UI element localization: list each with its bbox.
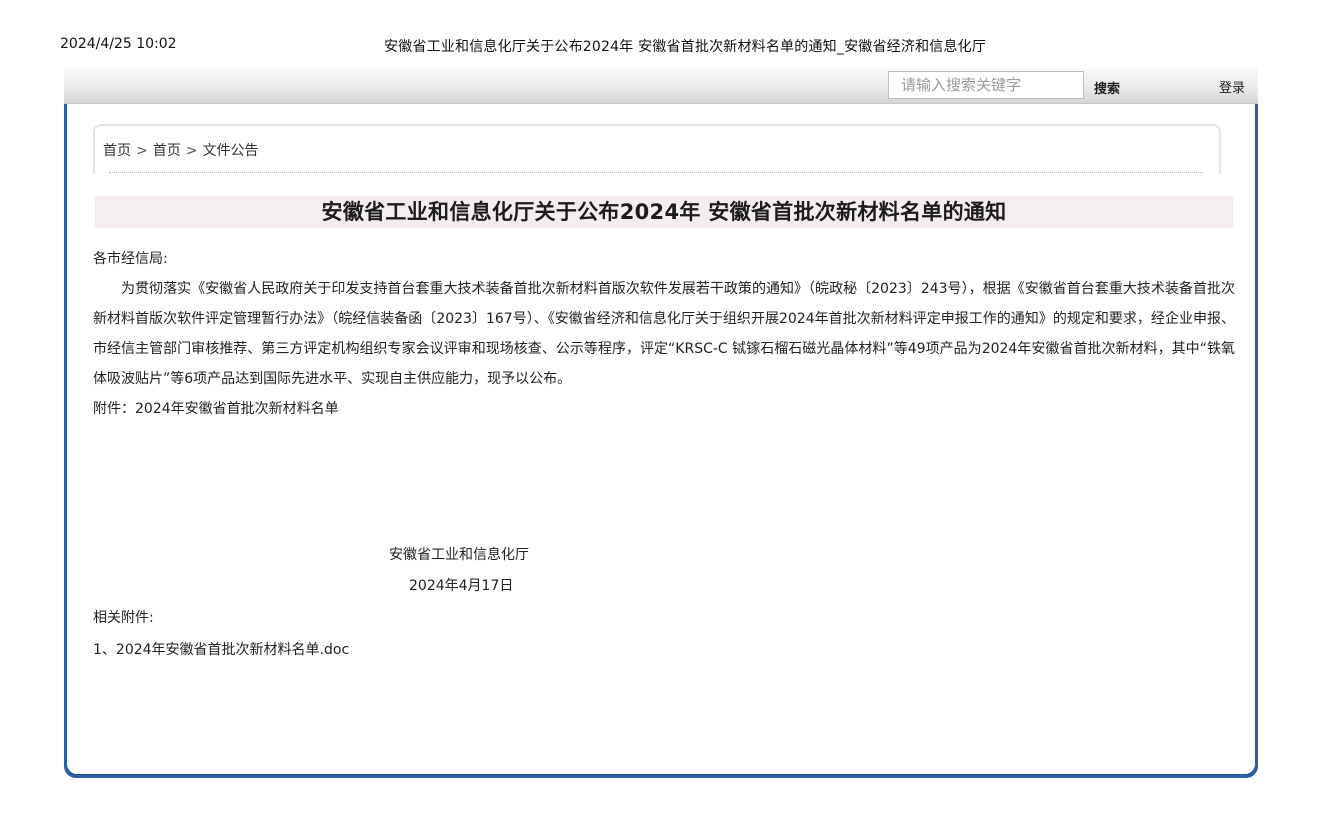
- print-page-title: 安徽省工业和信息化厅关于公布2024年 安徽省首批次新材料名单的通知_安徽省经济…: [384, 39, 987, 55]
- content-panel: 首页 > 首页 > 文件公告 安徽省工业和信息化厅关于公布2024年 安徽省首批次新材料…: [67, 104, 1255, 774]
- content-frame: 首页 > 首页 > 文件公告 安徽省工业和信息化厅关于公布2024年 安徽省首批次新材料…: [64, 104, 1258, 778]
- signature-org: 安徽省工业和信息化厅: [389, 547, 529, 563]
- search-input[interactable]: [888, 71, 1084, 99]
- body-paragraph: 为贯彻落实《安徽省人民政府关于印发支持首台套重大技术装备首批次新材料首版次软件发…: [93, 281, 1235, 387]
- breadcrumb-notices[interactable]: 文件公告: [202, 140, 258, 160]
- search-button[interactable]: 搜索: [1094, 78, 1120, 97]
- signature-block: 安徽省工业和信息化厅 2024年4月17日: [93, 540, 693, 602]
- attachment-file-link[interactable]: 1、2024年安徽省首批次新材料名单.doc: [93, 634, 693, 666]
- login-link[interactable]: 登录: [1219, 77, 1245, 96]
- title-bar: 安徽省工业和信息化厅关于公布2024年 安徽省首批次新材料名单的通知: [95, 196, 1233, 228]
- article-content: 各市经信局: 为贯彻落实《安徽省人民政府关于印发支持首台套重大技术装备首批次新材…: [93, 244, 1235, 658]
- breadcrumb-separator: >: [185, 143, 198, 159]
- breadcrumb-box: 首页 > 首页 > 文件公告: [93, 124, 1221, 174]
- article-title: 安徽省工业和信息化厅关于公布2024年 安徽省首批次新材料名单的通知: [321, 200, 1007, 224]
- dotted-divider: [109, 172, 1203, 173]
- signature-date: 2024年4月17日: [409, 578, 514, 594]
- breadcrumb-home[interactable]: 首页: [103, 140, 131, 160]
- print-header: 2024/4/25 10:02 安徽省工业和信息化厅关于公布2024年 安徽省首…: [0, 0, 1322, 60]
- breadcrumb: 首页 > 首页 > 文件公告: [103, 140, 258, 160]
- attachment-note: 附件：2024年安徽省首批次新材料名单: [93, 401, 339, 417]
- top-toolbar: 搜索 登录: [64, 68, 1258, 104]
- salutation: 各市经信局:: [93, 251, 168, 267]
- related-label: 相关附件:: [93, 610, 154, 626]
- related-attachments: 相关附件: 1、2024年安徽省首批次新材料名单.doc: [93, 602, 693, 666]
- breadcrumb-separator: >: [136, 143, 148, 159]
- breadcrumb-home-2[interactable]: 首页: [153, 140, 181, 160]
- print-datetime: 2024/4/25 10:02: [60, 36, 177, 52]
